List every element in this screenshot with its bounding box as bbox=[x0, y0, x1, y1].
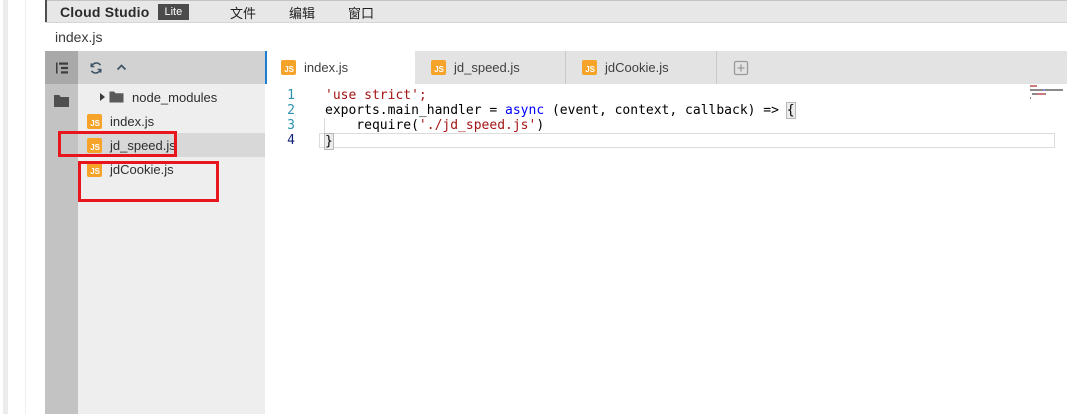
minimap[interactable] bbox=[1030, 85, 1066, 101]
file-name-label: index.js bbox=[110, 114, 154, 129]
activity-bar bbox=[45, 51, 78, 414]
minimap-segment bbox=[1045, 89, 1062, 91]
file-name-label: node_modules bbox=[132, 90, 217, 105]
js-file-icon: JS bbox=[431, 60, 446, 75]
menu-items: 文件 编辑 窗口 bbox=[230, 1, 374, 23]
line-number-4: 4 bbox=[265, 133, 295, 148]
code-segment-plain: exports.main_handler = bbox=[325, 103, 505, 118]
code-content[interactable]: 'use strict';exports.main_handler = asyn… bbox=[325, 88, 1067, 148]
line-number-1: 1 bbox=[265, 88, 295, 103]
new-tab-button[interactable] bbox=[717, 51, 765, 84]
menu-item-0[interactable]: 文件 bbox=[230, 3, 256, 22]
line-number-3: 3 bbox=[265, 118, 295, 133]
js-file-icon: JS bbox=[87, 162, 102, 177]
app-brand: Cloud Studio bbox=[60, 4, 150, 20]
minimap-segment bbox=[1062, 89, 1063, 91]
line-number-gutter: 1234 bbox=[265, 88, 325, 148]
divider-line bbox=[25, 0, 26, 414]
cloud-studio-window: Cloud Studio Lite 文件 编辑 窗口 index.js bbox=[0, 0, 1067, 414]
browser-scrollbar-strip[interactable] bbox=[3, 0, 8, 414]
expand-arrow-icon[interactable] bbox=[100, 93, 105, 101]
minimap-line bbox=[1030, 85, 1066, 87]
tab-index.js[interactable]: JS index.js bbox=[265, 51, 415, 84]
minimap-segment bbox=[1030, 85, 1037, 87]
tree-item-jd_speed.js[interactable]: JS jd_speed.js bbox=[78, 133, 265, 157]
window-left-edge bbox=[45, 0, 47, 22]
tree-item-node_modules[interactable]: node_modules bbox=[78, 85, 265, 109]
plus-icon bbox=[733, 60, 749, 76]
tab-label: jd_speed.js bbox=[454, 60, 520, 75]
file-explorer-panel: node_modules JS index.js JS jd_speed.js JS jdC… bbox=[78, 51, 265, 414]
file-name-label: jdCookie.js bbox=[110, 162, 174, 177]
minimap-line bbox=[1030, 97, 1066, 99]
explorer-tree-icon[interactable] bbox=[45, 51, 78, 84]
menu-item-1[interactable]: 编辑 bbox=[289, 3, 315, 22]
code-segment-bracket-match: } bbox=[324, 133, 334, 150]
explorer-toolbar bbox=[78, 51, 265, 84]
code-segment-plain: require( bbox=[325, 118, 419, 133]
js-file-icon: JS bbox=[582, 60, 597, 75]
collapse-up-icon[interactable] bbox=[113, 60, 129, 76]
tab-label: index.js bbox=[304, 60, 348, 75]
minimap-segment bbox=[1037, 93, 1045, 95]
minimap-segment bbox=[1045, 93, 1046, 95]
line-number-2: 2 bbox=[265, 103, 295, 118]
code-segment-string: './jd_speed.js' bbox=[419, 118, 536, 133]
code-segment-keyword: async bbox=[505, 103, 544, 118]
code-line-4[interactable]: } bbox=[319, 133, 1055, 148]
js-file-icon: JS bbox=[87, 114, 102, 129]
lite-badge: Lite bbox=[158, 4, 190, 20]
document-title: index.js bbox=[55, 29, 102, 45]
code-editor[interactable]: 1234 'use strict';exports.main_handler =… bbox=[265, 84, 1067, 414]
code-line-2[interactable]: exports.main_handler = async (event, con… bbox=[325, 103, 1067, 118]
tab-jd_speed.js[interactable]: JS jd_speed.js bbox=[415, 51, 566, 84]
tree-item-jdCookie.js[interactable]: JS jdCookie.js bbox=[78, 157, 265, 181]
menu-item-2[interactable]: 窗口 bbox=[348, 3, 374, 22]
menu-bar: Cloud Studio Lite 文件 编辑 窗口 bbox=[45, 0, 1067, 22]
folder-icon[interactable] bbox=[45, 84, 78, 117]
active-tab-accent bbox=[265, 51, 267, 84]
file-name-label: jd_speed.js bbox=[110, 138, 176, 153]
minimap-line bbox=[1030, 89, 1066, 91]
title-bar: index.js bbox=[45, 22, 1067, 51]
minimap-segment bbox=[1030, 89, 1043, 91]
folder-icon bbox=[109, 91, 124, 103]
js-file-icon: JS bbox=[281, 60, 296, 75]
code-segment-bracket-match: { bbox=[786, 102, 796, 119]
code-line-1[interactable]: 'use strict'; bbox=[325, 88, 1067, 103]
code-line-3[interactable]: require('./jd_speed.js') bbox=[325, 118, 1067, 133]
editor-tab-bar: JS index.js JS jd_speed.js JS jdCookie.js bbox=[265, 51, 1067, 84]
code-segment-plain: ) bbox=[536, 118, 544, 133]
code-segment-plain: (event, context, callback) => bbox=[544, 103, 787, 118]
refresh-icon[interactable] bbox=[88, 60, 104, 76]
code-segment-string: 'use strict'; bbox=[325, 88, 427, 103]
tree-item-index.js[interactable]: JS index.js bbox=[78, 109, 265, 133]
tab-label: jdCookie.js bbox=[605, 60, 669, 75]
minimap-segment bbox=[1030, 97, 1031, 99]
indent-guide bbox=[324, 118, 325, 133]
minimap-line bbox=[1030, 93, 1066, 95]
js-file-icon: JS bbox=[87, 138, 102, 153]
tab-jdCookie.js[interactable]: JS jdCookie.js bbox=[566, 51, 717, 84]
file-tree: node_modules JS index.js JS jd_speed.js JS jdC… bbox=[78, 85, 265, 181]
